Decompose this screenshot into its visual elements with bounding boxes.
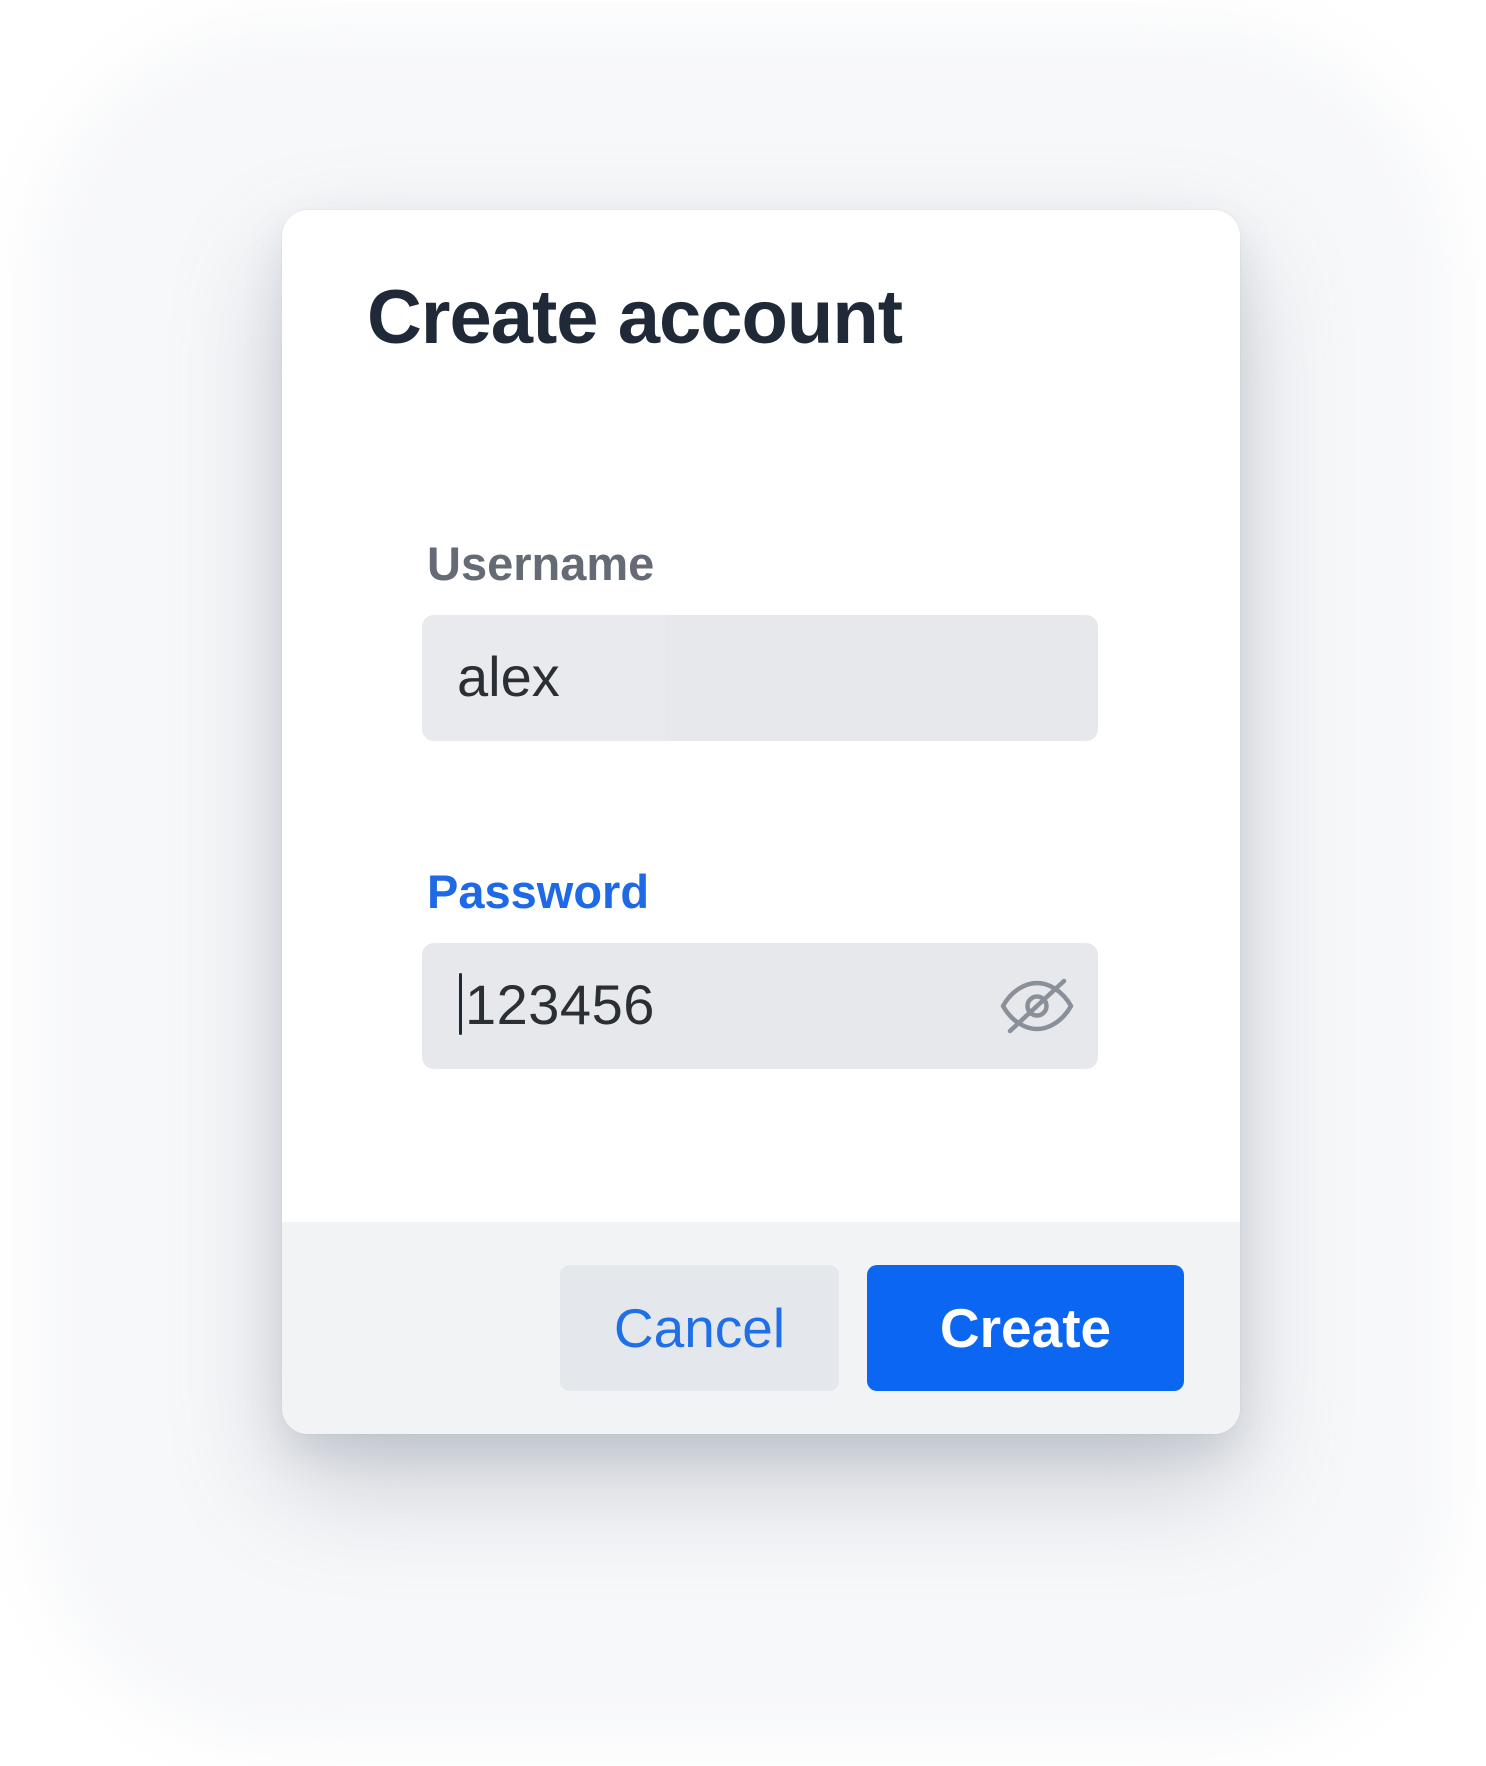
create-account-dialog: Create account Username alex Password 12… <box>282 210 1240 1434</box>
username-label: Username <box>427 537 655 590</box>
password-label: Password <box>427 865 650 918</box>
dialog-title: Create account <box>367 275 903 360</box>
username-input[interactable]: alex <box>422 615 1098 741</box>
cancel-button[interactable]: Cancel <box>560 1265 839 1391</box>
text-caret <box>459 973 462 1035</box>
password-value: 123456 <box>465 973 655 1036</box>
password-input[interactable]: 123456 <box>422 943 1098 1069</box>
eye-off-icon <box>998 975 1076 1037</box>
password-visibility-toggle[interactable] <box>998 973 1076 1039</box>
dialog-footer: Cancel Create <box>282 1222 1240 1434</box>
username-value: alex <box>457 645 560 708</box>
create-button[interactable]: Create <box>867 1265 1184 1391</box>
